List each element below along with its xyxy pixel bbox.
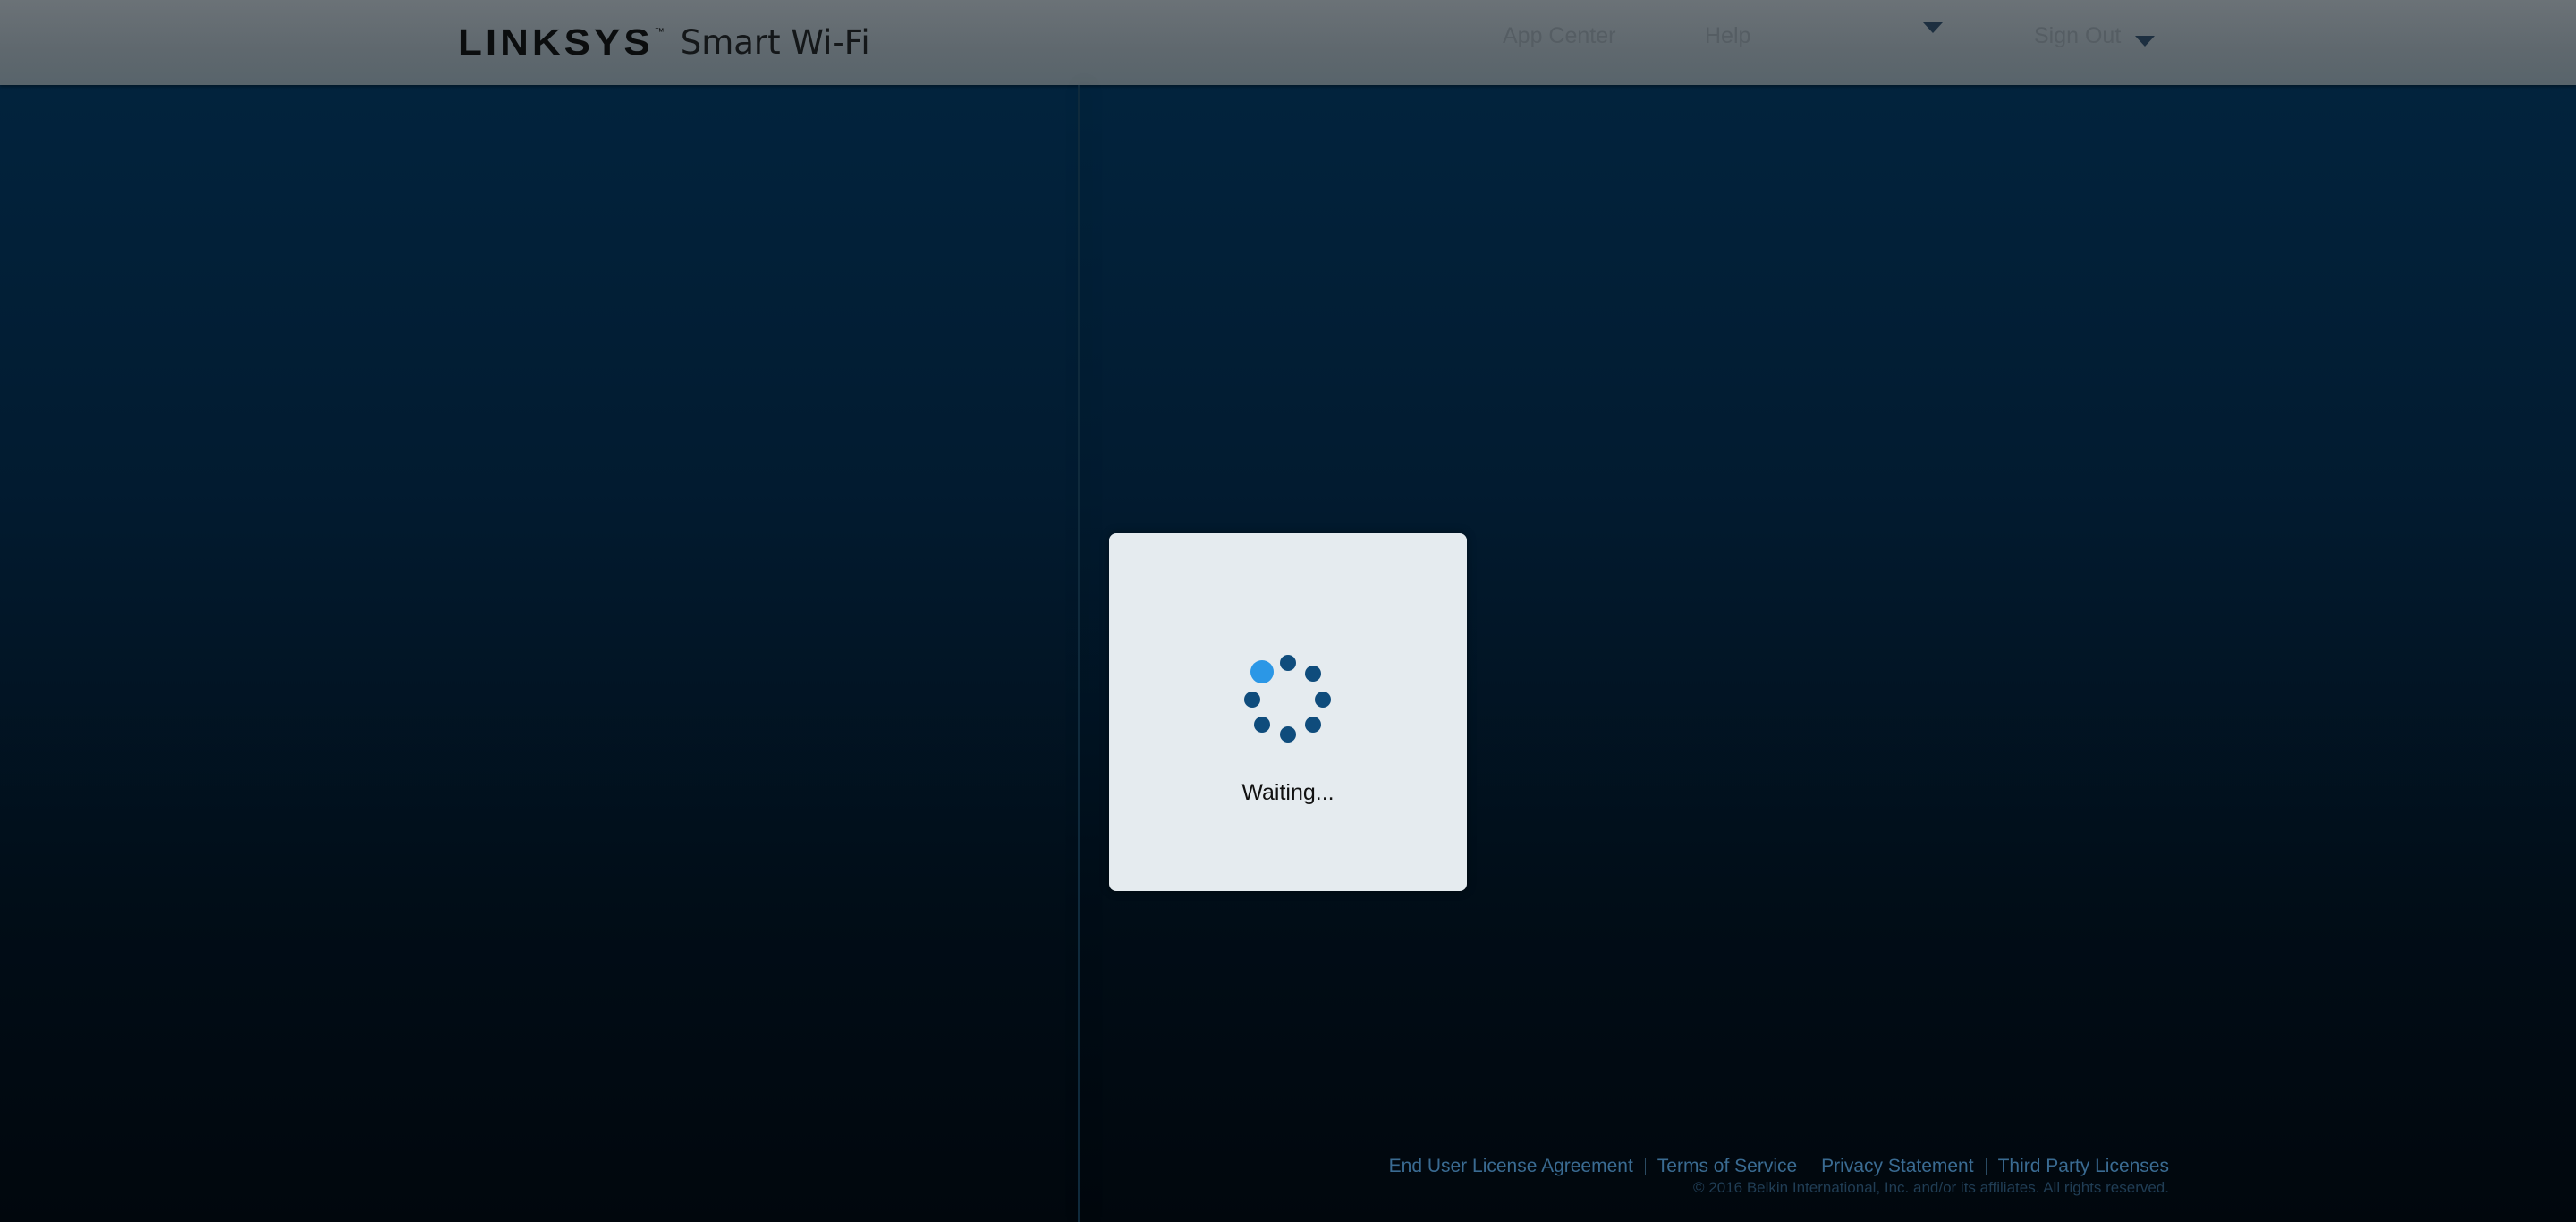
spinner-dot xyxy=(1254,717,1270,733)
waiting-dialog: Waiting... xyxy=(1109,533,1467,891)
spinner-dot xyxy=(1280,726,1296,743)
spinner-dot xyxy=(1305,717,1321,733)
nav-help[interactable]: Help xyxy=(1705,23,1750,49)
linksys-logo[interactable]: LINKSYS ™ Smart Wi-Fi xyxy=(458,20,870,66)
logo-trademark: ™ xyxy=(654,27,665,38)
spinner-dot-active xyxy=(1250,660,1274,683)
spinner-dot xyxy=(1280,655,1296,671)
footer-links: End User License Agreement Terms of Serv… xyxy=(1389,1156,2169,1177)
caret-down-icon[interactable] xyxy=(1923,22,1943,33)
footer-link-eula[interactable]: End User License Agreement xyxy=(1389,1156,1633,1177)
footer-link-terms[interactable]: Terms of Service xyxy=(1657,1156,1797,1177)
nav-app-center[interactable]: App Center xyxy=(1503,23,1615,49)
copyright-text: © 2016 Belkin International, Inc. and/or… xyxy=(1693,1179,2169,1196)
left-panel-divider xyxy=(1078,85,1080,1222)
footer-separator xyxy=(1644,1158,1646,1175)
waiting-status-text: Waiting... xyxy=(1241,780,1335,805)
top-header: LINKSYS ™ Smart Wi-Fi App Center Help Si… xyxy=(0,0,2576,85)
spinner-dot xyxy=(1315,692,1331,708)
logo-brand-text: LINKSYS xyxy=(458,22,654,64)
spinner-dot xyxy=(1305,666,1321,682)
footer-separator xyxy=(1985,1158,1987,1175)
spinner-dot xyxy=(1244,692,1260,708)
footer-link-privacy[interactable]: Privacy Statement xyxy=(1821,1156,1973,1177)
caret-down-icon[interactable] xyxy=(2135,36,2155,47)
nav-sign-out[interactable]: Sign Out xyxy=(2034,23,2121,49)
logo-product-text: Smart Wi-Fi xyxy=(680,23,870,62)
loading-spinner-icon xyxy=(1243,655,1333,744)
footer-link-third-party[interactable]: Third Party Licenses xyxy=(1998,1156,2169,1177)
